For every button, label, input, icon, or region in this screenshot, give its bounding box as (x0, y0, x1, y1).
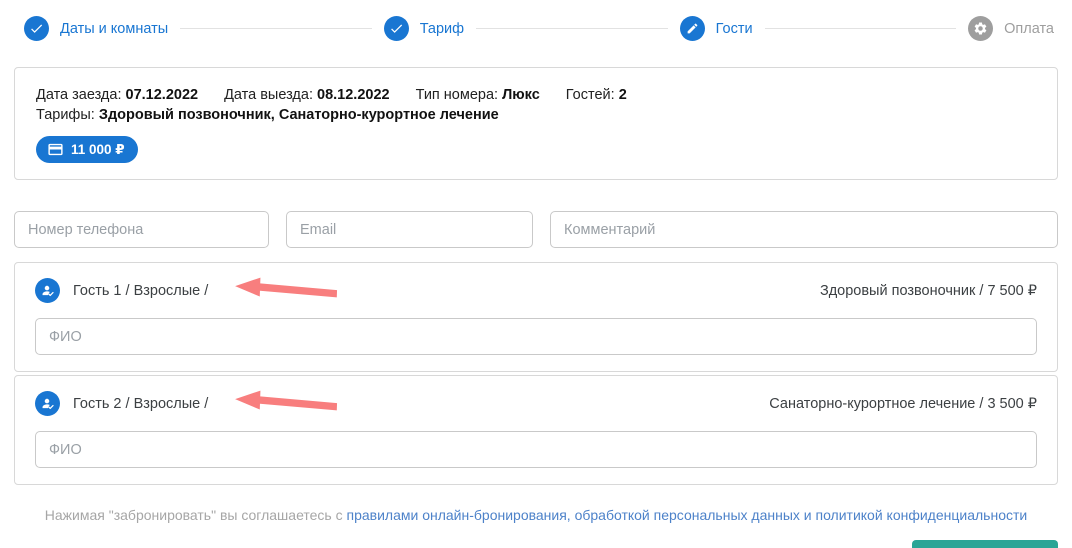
step-label-guests: Гости (716, 21, 753, 37)
stepper-step-guests[interactable]: Гости (680, 16, 753, 41)
actions-row: Забронировать (14, 540, 1058, 548)
step-label-payment: Оплата (1004, 21, 1054, 37)
email-input[interactable] (286, 211, 533, 248)
annotation-arrow-icon (234, 387, 341, 420)
credit-card-icon (47, 141, 64, 158)
person-check-icon (35, 391, 60, 416)
stepper-connector (180, 28, 372, 29)
check-icon (24, 16, 49, 41)
total-price-value: 11 000 ₽ (71, 142, 125, 158)
guest-card-2: Гость 2 / Взрослые / Санаторно-курортное… (14, 375, 1058, 485)
comment-input[interactable] (550, 211, 1058, 248)
phone-input[interactable] (14, 211, 269, 248)
guest-1-fio-input[interactable] (35, 318, 1037, 355)
guest-card-1: Гость 1 / Взрослые / Здоровый позвоночни… (14, 262, 1058, 372)
summary-checkin: Дата заезда: 07.12.2022 (36, 85, 198, 105)
guest-1-title: Гость 1 / Взрослые / (73, 283, 208, 299)
gear-icon (968, 16, 993, 41)
guest-1-tariff: Здоровый позвоночник / 7 500 ₽ (820, 283, 1037, 299)
step-label-tariff: Тариф (420, 21, 464, 37)
summary-checkout: Дата выезда: 08.12.2022 (224, 85, 390, 105)
guest-2-tariff: Санаторно-курортное лечение / 3 500 ₽ (769, 396, 1037, 412)
stepper-connector (765, 28, 957, 29)
person-check-icon (35, 278, 60, 303)
agreement-text: Нажимая "забронировать" вы соглашаетесь … (14, 507, 1058, 523)
contact-inputs-row (14, 211, 1058, 248)
summary-guest-count: Гостей: 2 (566, 85, 627, 105)
total-price-badge: 11 000 ₽ (36, 136, 138, 163)
summary-tariffs: Тарифы: Здоровый позвоночник, Санаторно-… (36, 105, 499, 125)
pencil-icon (680, 16, 705, 41)
step-label-dates-rooms: Даты и комнаты (60, 21, 168, 37)
booking-stepper: Даты и комнаты Тариф Гости Оплата (24, 16, 1054, 41)
guest-2-header: Гость 2 / Взрослые / Санаторно-курортное… (35, 389, 1037, 418)
guest-1-header: Гость 1 / Взрослые / Здоровый позвоночни… (35, 276, 1037, 305)
guest-2-fio-input[interactable] (35, 431, 1037, 468)
booking-summary-card: Дата заезда: 07.12.2022 Дата выезда: 08.… (14, 67, 1058, 180)
stepper-step-dates-rooms[interactable]: Даты и комнаты (24, 16, 168, 41)
guest-2-title: Гость 2 / Взрослые / (73, 396, 208, 412)
stepper-connector (476, 28, 668, 29)
booking-page: Даты и комнаты Тариф Гости Оплата Дата з… (0, 0, 1072, 548)
check-icon (384, 16, 409, 41)
annotation-arrow-icon (234, 274, 341, 307)
agreement-prefix: Нажимая "забронировать" вы соглашаетесь … (45, 507, 347, 523)
stepper-step-tariff[interactable]: Тариф (384, 16, 464, 41)
booking-summary-line: Дата заезда: 07.12.2022 Дата выезда: 08.… (36, 85, 1036, 125)
book-button[interactable]: Забронировать (912, 540, 1058, 548)
summary-room-type: Тип номера: Люкс (416, 85, 540, 105)
agreement-links[interactable]: правилами онлайн-бронирования, обработко… (347, 507, 1028, 523)
stepper-step-payment[interactable]: Оплата (968, 16, 1054, 41)
